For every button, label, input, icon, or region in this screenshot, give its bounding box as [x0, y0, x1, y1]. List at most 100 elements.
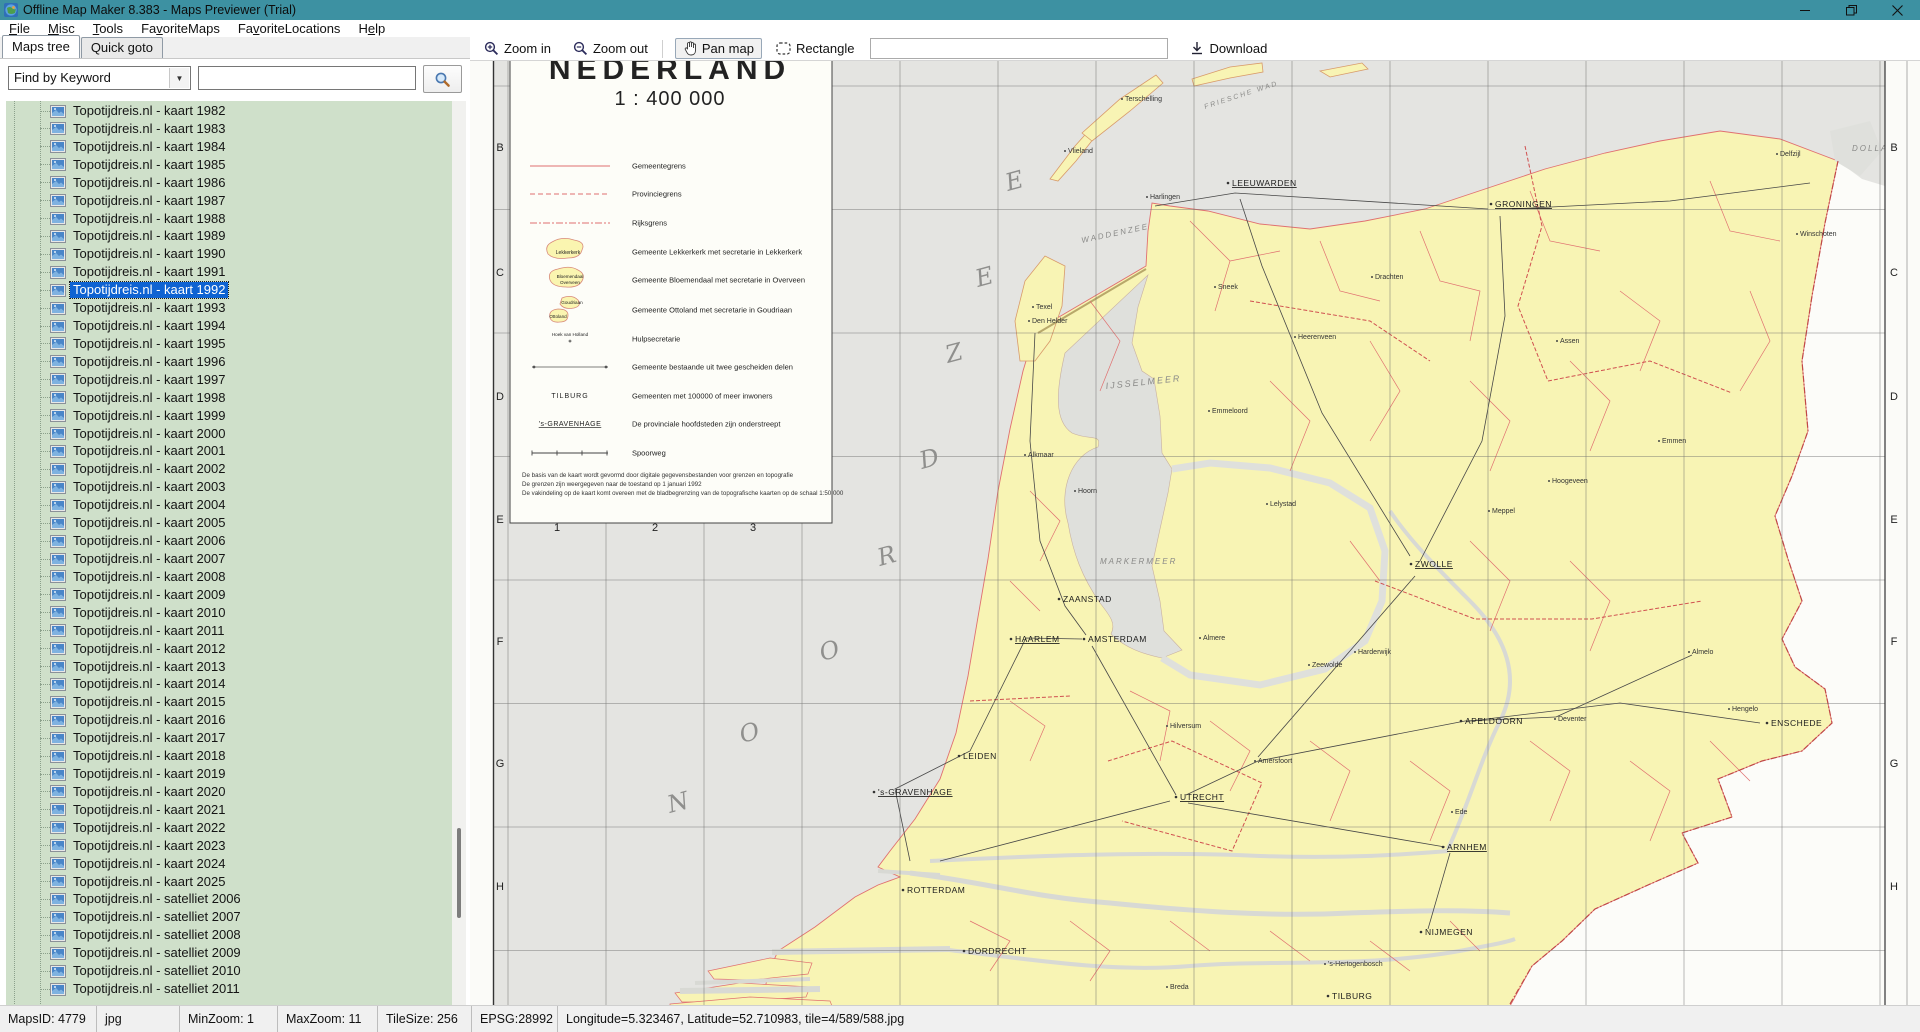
keyword-input[interactable] — [198, 66, 416, 90]
tree-item[interactable]: Topotijdreis.nl - kaart 2021 — [6, 801, 228, 819]
map-viewport[interactable]: NOORDZEE WADDENZEEFRIESCHE WADIJSSELMEER… — [470, 60, 1920, 1005]
tree-item[interactable]: Topotijdreis.nl - kaart 2013 — [6, 658, 228, 676]
svg-text:De basis van de kaart wordt ge: De basis van de kaart wordt gevormd door… — [522, 472, 794, 479]
tree-item[interactable]: Topotijdreis.nl - kaart 1993 — [6, 299, 228, 317]
tree-item[interactable]: Topotijdreis.nl - kaart 1985 — [6, 156, 228, 174]
tree-item[interactable]: Topotijdreis.nl - kaart 1986 — [6, 174, 228, 192]
tree-item[interactable]: Topotijdreis.nl - kaart 2011 — [6, 622, 228, 640]
tree-item[interactable]: Topotijdreis.nl - kaart 1996 — [6, 353, 228, 371]
zoom-out-button[interactable]: Zoom out — [565, 38, 656, 59]
map-image-icon — [50, 893, 66, 906]
download-button[interactable]: Download — [1182, 38, 1275, 59]
minimize-button[interactable] — [1782, 0, 1828, 20]
pan-map-button[interactable]: Pan map — [675, 38, 762, 59]
tree-item[interactable]: Topotijdreis.nl - satelliet 2007 — [6, 908, 244, 926]
tree-scrollbar-thumb[interactable] — [457, 828, 461, 918]
tree-item[interactable]: Topotijdreis.nl - kaart 2022 — [6, 819, 228, 837]
tree-item[interactable]: Topotijdreis.nl - kaart 1988 — [6, 210, 228, 228]
menu-favoritemaps[interactable]: FavoriteMaps — [132, 20, 229, 37]
tree-item[interactable]: Topotijdreis.nl - satelliet 2009 — [6, 944, 244, 962]
tree-connector — [40, 756, 50, 757]
tree-item[interactable]: Topotijdreis.nl - kaart 1995 — [6, 335, 228, 353]
svg-text:Texel: Texel — [1036, 304, 1053, 311]
menu-help[interactable]: Help — [349, 20, 394, 37]
tree-item[interactable]: Topotijdreis.nl - satelliet 2011 — [6, 980, 243, 998]
tree-item[interactable]: Topotijdreis.nl - kaart 2024 — [6, 855, 228, 873]
restore-button[interactable] — [1828, 0, 1874, 20]
tree-item[interactable]: Topotijdreis.nl - satelliet 2008 — [6, 926, 244, 944]
tree-item[interactable]: Topotijdreis.nl - satelliet 2006 — [6, 890, 244, 908]
search-button[interactable] — [423, 65, 462, 93]
tree-item[interactable]: Topotijdreis.nl - kaart 2016 — [6, 711, 228, 729]
map-image-icon — [50, 320, 66, 333]
tree-item[interactable]: Topotijdreis.nl - kaart 2002 — [6, 460, 228, 478]
tree-item[interactable]: Topotijdreis.nl - kaart 1999 — [6, 407, 228, 425]
tree-item[interactable]: Topotijdreis.nl - kaart 2020 — [6, 783, 228, 801]
toolbar-input[interactable] — [870, 38, 1168, 59]
map-image-icon — [50, 499, 66, 512]
tree-item[interactable]: Topotijdreis.nl - kaart 2003 — [6, 478, 228, 496]
svg-text:GRONINGEN: GRONINGEN — [1495, 199, 1552, 209]
tree-connector — [40, 594, 50, 595]
tree-item[interactable]: Topotijdreis.nl - kaart 1990 — [6, 245, 228, 263]
tree-item[interactable]: Topotijdreis.nl - kaart 1992 — [6, 281, 228, 299]
tree-scrollbar[interactable] — [452, 101, 466, 1006]
svg-text:Gemeente bestaande uit twee ge: Gemeente bestaande uit twee gescheiden d… — [632, 363, 793, 372]
tree-item[interactable]: Topotijdreis.nl - kaart 2025 — [6, 873, 228, 891]
tree-item[interactable]: Topotijdreis.nl - kaart 2004 — [6, 496, 228, 514]
tree-item[interactable]: Topotijdreis.nl - kaart 2009 — [6, 586, 228, 604]
rectangle-icon — [776, 42, 791, 55]
tree-item[interactable]: Topotijdreis.nl - kaart 2010 — [6, 604, 228, 622]
svg-text:ZWOLLE: ZWOLLE — [1415, 559, 1453, 569]
tree-item[interactable]: Topotijdreis.nl - kaart 2008 — [6, 568, 228, 586]
tree-item[interactable]: Topotijdreis.nl - kaart 1989 — [6, 227, 228, 245]
tree-item[interactable]: Topotijdreis.nl - kaart 2012 — [6, 640, 228, 658]
tree-item[interactable]: Topotijdreis.nl - kaart 1994 — [6, 317, 228, 335]
tree-item[interactable]: Topotijdreis.nl - kaart 2018 — [6, 747, 228, 765]
tree-item[interactable]: Topotijdreis.nl - kaart 2015 — [6, 693, 228, 711]
tab-maps-tree[interactable]: Maps tree — [2, 35, 80, 58]
tree-item[interactable]: Topotijdreis.nl - kaart 2007 — [6, 550, 228, 568]
tree-item[interactable]: Topotijdreis.nl - kaart 1997 — [6, 371, 228, 389]
tree-item[interactable]: Topotijdreis.nl - kaart 2017 — [6, 729, 228, 747]
svg-text:E: E — [1890, 514, 1897, 526]
tree-connector — [40, 164, 50, 165]
tree-item[interactable]: Topotijdreis.nl - kaart 2000 — [6, 425, 228, 443]
map-image-icon — [50, 929, 66, 942]
rectangle-button[interactable]: Rectangle — [768, 38, 863, 59]
map-margin-left — [470, 61, 493, 1006]
tree-item[interactable]: Topotijdreis.nl - kaart 2001 — [6, 442, 228, 460]
tree-item[interactable]: Topotijdreis.nl - kaart 1982 — [6, 102, 228, 120]
tree-item[interactable]: Topotijdreis.nl - kaart 2014 — [6, 675, 228, 693]
tab-quick-goto[interactable]: Quick goto — [81, 37, 163, 58]
svg-text:F: F — [1891, 636, 1898, 648]
menu-favoritelocations[interactable]: FavoriteLocations — [229, 20, 350, 37]
tree-item[interactable]: Topotijdreis.nl - kaart 2019 — [6, 765, 228, 783]
map-image-icon — [50, 105, 66, 118]
tree-connector — [40, 845, 50, 846]
zoom-in-button[interactable]: Zoom in — [476, 38, 559, 59]
tree-item[interactable]: Topotijdreis.nl - kaart 1983 — [6, 120, 228, 138]
chevron-down-icon[interactable]: ▼ — [169, 68, 189, 88]
map-image-icon — [50, 821, 66, 834]
tree-item[interactable]: Topotijdreis.nl - kaart 1984 — [6, 138, 228, 156]
menu-tools[interactable]: Tools — [84, 20, 132, 37]
tree-item[interactable]: Topotijdreis.nl - satelliet 2010 — [6, 962, 244, 980]
map-image-icon — [50, 140, 66, 153]
zoom-in-label: Zoom in — [504, 41, 551, 56]
svg-text:Harlingen: Harlingen — [1150, 194, 1180, 201]
close-button[interactable] — [1874, 0, 1920, 20]
tree-item[interactable]: Topotijdreis.nl - kaart 2006 — [6, 532, 228, 550]
tree-connector — [40, 290, 50, 291]
tree-connector — [40, 505, 50, 506]
map-image-icon — [50, 588, 66, 601]
tree-connector — [40, 541, 50, 542]
tree-item[interactable]: Topotijdreis.nl - kaart 1991 — [6, 263, 228, 281]
tree-item[interactable]: Topotijdreis.nl - kaart 2023 — [6, 837, 228, 855]
tree-item[interactable]: Topotijdreis.nl - kaart 1998 — [6, 389, 228, 407]
tree-item[interactable]: Topotijdreis.nl - kaart 2005 — [6, 514, 228, 532]
tree-item[interactable]: Topotijdreis.nl - kaart 1987 — [6, 192, 228, 210]
tree-item-label: Topotijdreis.nl - kaart 1987 — [70, 193, 228, 209]
svg-text:Almere: Almere — [1203, 635, 1225, 642]
find-mode-combobox[interactable]: Find by Keyword ▼ — [8, 66, 191, 90]
